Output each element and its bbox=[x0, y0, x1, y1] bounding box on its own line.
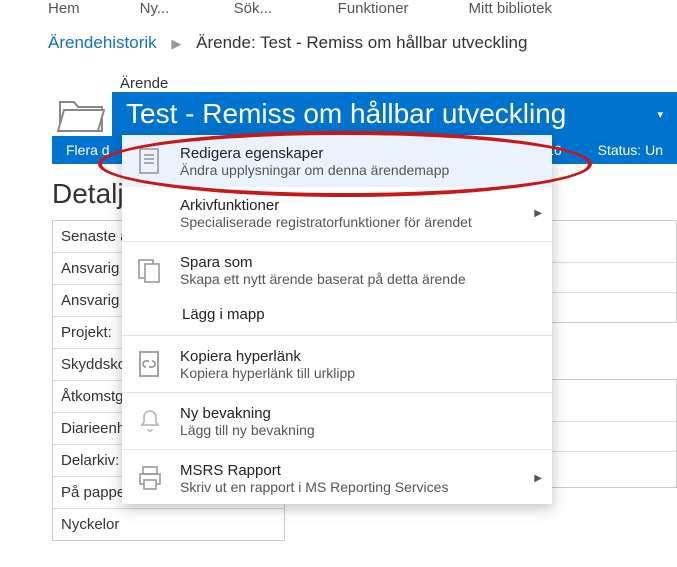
breadcrumb-history[interactable]: Ärendehistorik bbox=[48, 33, 157, 52]
menu-title: MSRS Rapport bbox=[180, 462, 542, 479]
menu-edit-properties[interactable]: Redigera egenskaper Ändra upplysningar o… bbox=[122, 135, 552, 187]
menu-desc: Lägg till ny bevakning bbox=[180, 422, 542, 438]
menu-desc: Skapa ett nytt ärende baserat på detta ä… bbox=[180, 271, 542, 287]
document-edit-icon bbox=[132, 143, 168, 179]
nav-functions[interactable]: Funktioner bbox=[338, 0, 409, 17]
menu-msrs-report[interactable]: MSRS Rapport Skriv ut en rapport i MS Re… bbox=[122, 452, 552, 504]
info-status: Status: Un bbox=[598, 142, 663, 158]
menu-desc: Specialiserade registratorfunktioner för… bbox=[180, 214, 542, 230]
menu-separator bbox=[122, 335, 552, 336]
menu-title: Lägg i mapp bbox=[182, 306, 542, 323]
chevron-down-icon[interactable]: ▾ bbox=[657, 108, 663, 121]
bell-icon bbox=[132, 403, 168, 439]
info-more[interactable]: Flera d bbox=[66, 142, 110, 158]
link-icon bbox=[132, 346, 168, 382]
printer-icon bbox=[132, 460, 168, 496]
menu-separator bbox=[122, 449, 552, 450]
menu-title: Spara som bbox=[180, 254, 542, 271]
submenu-indicator-icon: ▶ bbox=[534, 208, 542, 219]
arende-title: Test - Remiss om hållbar utveckling bbox=[126, 98, 566, 130]
menu-desc: Ändra upplysningar om denna ärendemapp bbox=[180, 162, 542, 178]
arende-title-bar[interactable]: Test - Remiss om hållbar utveckling ▾ bbox=[112, 92, 677, 136]
menu-archive-functions[interactable]: Arkivfunktioner Specialiserade registrat… bbox=[122, 187, 552, 239]
folder-open-icon bbox=[52, 92, 112, 136]
copy-document-icon bbox=[132, 252, 168, 288]
menu-title: Arkivfunktioner bbox=[180, 197, 542, 214]
menu-copy-hyperlink[interactable]: Kopiera hyperlänk Kopiera hyperlänk till… bbox=[122, 338, 552, 390]
nav-home[interactable]: Hem bbox=[48, 0, 80, 17]
arende-small-label: Ärende bbox=[0, 57, 677, 92]
nav-mylib[interactable]: Mitt bibliotek bbox=[469, 0, 552, 17]
breadcrumb-current: Ärende: Test - Remiss om hållbar utveckl… bbox=[196, 33, 527, 52]
menu-desc: Kopiera hyperlänk till urklipp bbox=[180, 365, 542, 381]
menu-separator bbox=[122, 241, 552, 242]
menu-title: Kopiera hyperlänk bbox=[180, 348, 542, 365]
submenu-indicator-icon: ▶ bbox=[534, 473, 542, 484]
breadcrumb: Ärendehistorik ▶ Ärende: Test - Remiss o… bbox=[0, 25, 677, 57]
menu-save-as[interactable]: Spara som Skapa ett nytt ärende baserat … bbox=[122, 244, 552, 296]
context-menu: Redigera egenskaper Ändra upplysningar o… bbox=[122, 135, 552, 504]
menu-desc: Skriv ut en rapport i MS Reporting Servi… bbox=[180, 479, 542, 495]
menu-separator bbox=[122, 392, 552, 393]
breadcrumb-separator-icon: ▶ bbox=[171, 36, 181, 51]
detail-row: Nyckelor bbox=[53, 509, 284, 540]
nav-new[interactable]: Ny... bbox=[140, 0, 174, 17]
menu-new-watch[interactable]: Ny bevakning Lägg till ny bevakning bbox=[122, 395, 552, 447]
top-nav: Hem Ny... Sök... Funktioner Mitt bibliot… bbox=[0, 0, 677, 25]
menu-title: Redigera egenskaper bbox=[180, 145, 542, 162]
nav-search[interactable]: Sök... bbox=[234, 0, 278, 17]
menu-add-to-folder[interactable]: Lägg i mapp bbox=[122, 296, 552, 333]
menu-title: Ny bevakning bbox=[180, 405, 542, 422]
